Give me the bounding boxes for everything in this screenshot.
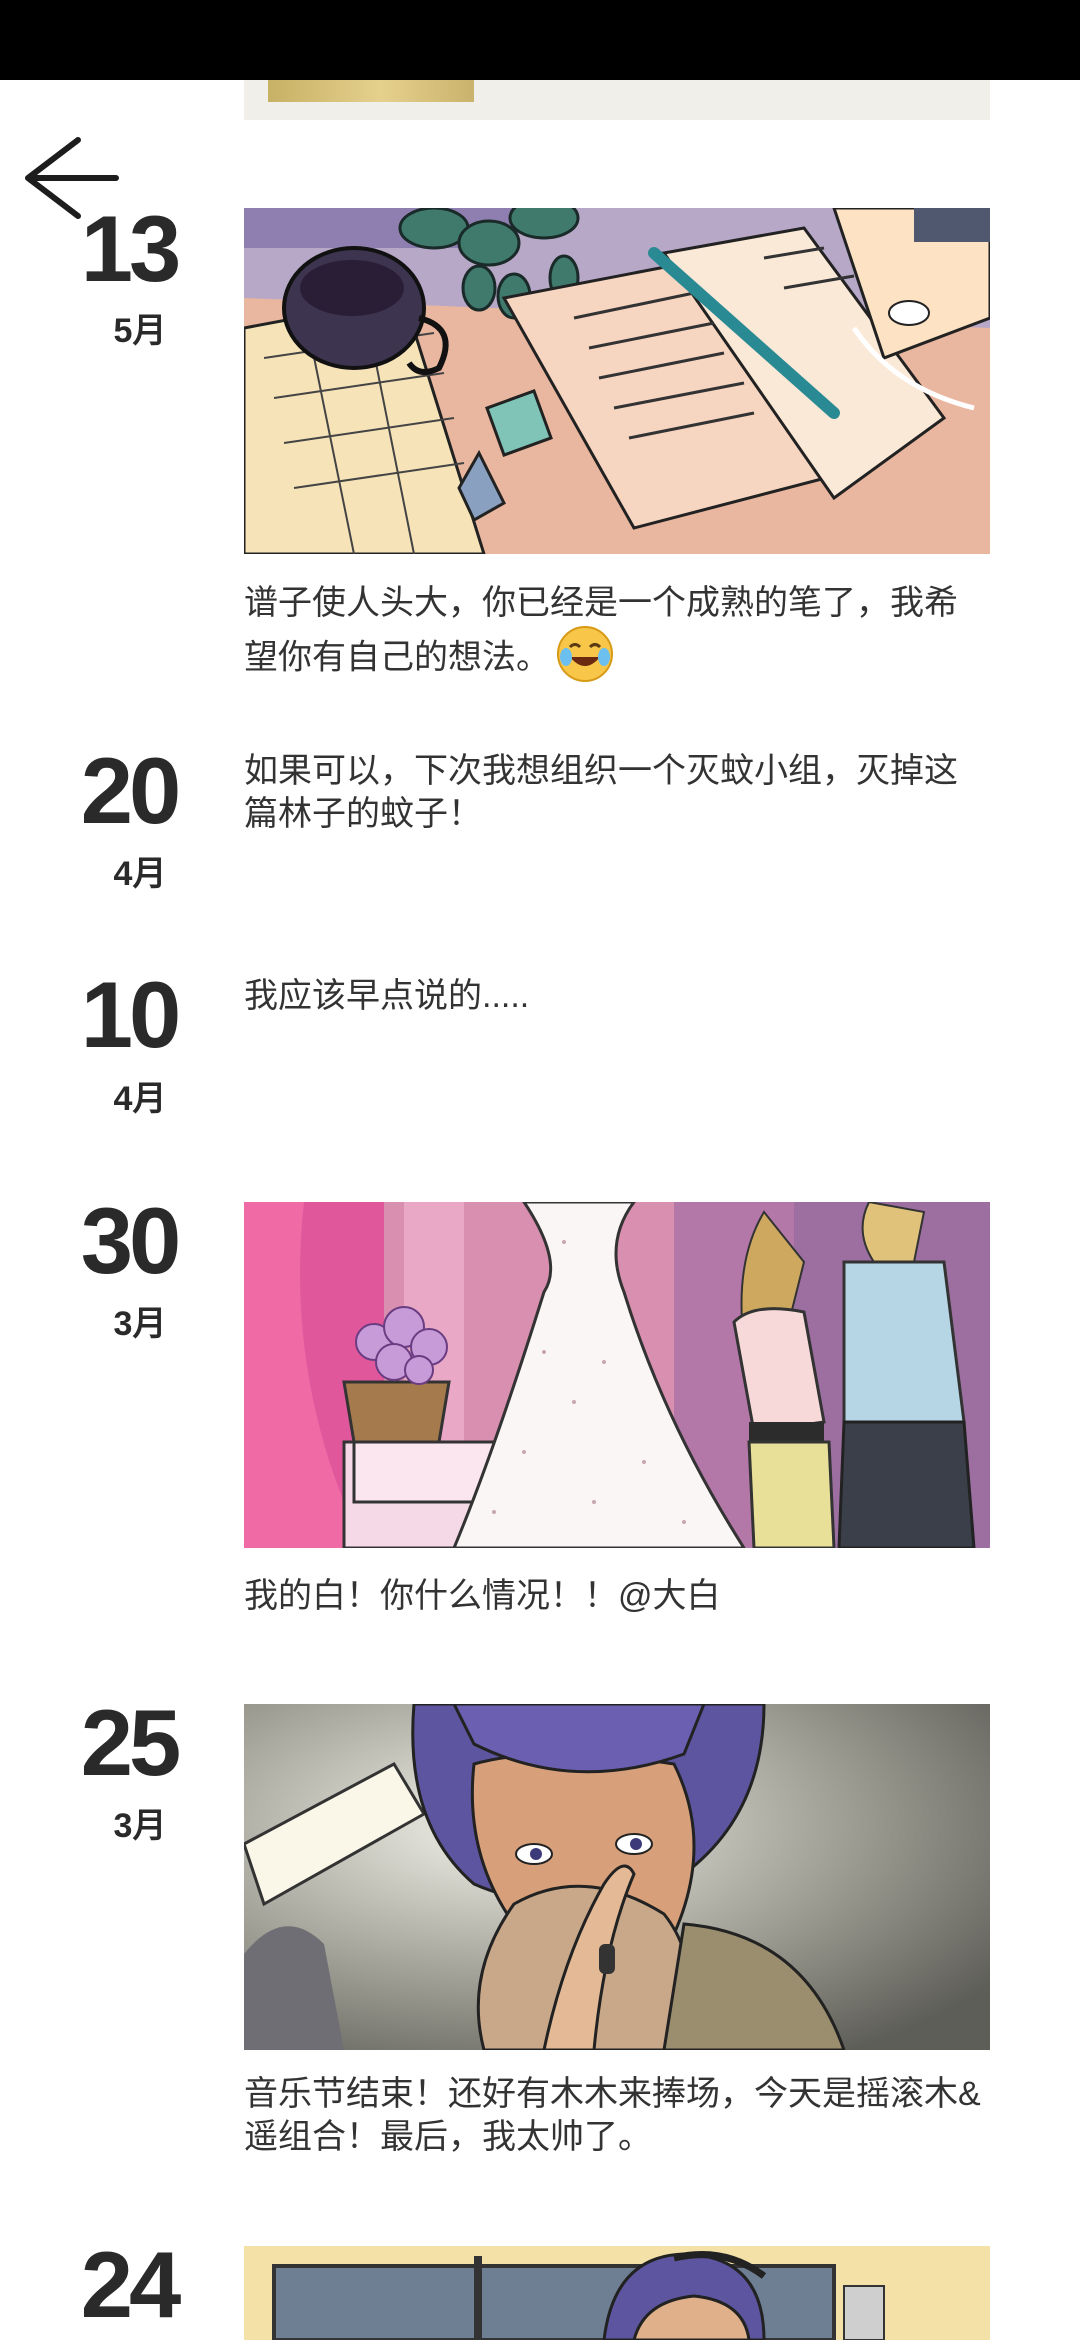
- musician-portrait-illustration: [244, 1704, 990, 2050]
- status-bar: [0, 0, 1080, 80]
- entry-month: 4月: [113, 855, 167, 893]
- entry-day: 13: [80, 196, 182, 301]
- entry-image[interactable]: [244, 1202, 990, 1548]
- desk-notebook-illustration: [244, 208, 990, 554]
- entry-image[interactable]: [244, 1704, 990, 2050]
- wedding-dress-shop-illustration: [244, 1202, 990, 1548]
- entry-day: 30: [80, 1188, 182, 1293]
- entry-month: 3月: [113, 1807, 167, 1845]
- room-headphones-illustration: [244, 2246, 990, 2340]
- entry-caption: 谱子使人头大，你已经是一个成熟的笔了，我希望你有自己的想法。: [244, 582, 990, 694]
- entry-caption: 我应该早点说的.....: [244, 977, 530, 1015]
- entry-image[interactable]: [244, 208, 990, 554]
- entry-caption: 我的白！你什么情况！！@大白: [244, 1577, 721, 1615]
- entry-month: 5月: [113, 312, 167, 350]
- entry-caption: 音乐节结束！还好有木木来捧场，今天是摇滚木&遥组合！最后，我太帅了。: [244, 2075, 981, 2156]
- entry-caption: 如果可以，下次我想组织一个灭蚊小组，灭掉这篇林子的蚊子！: [244, 752, 958, 833]
- entry-day: 24: [80, 2232, 182, 2337]
- entry-day: 25: [80, 1690, 182, 1795]
- previous-image-fragment: [268, 80, 474, 102]
- previous-entry-image[interactable]: [244, 80, 990, 120]
- entry-day: 20: [80, 738, 182, 843]
- entry-image[interactable]: [244, 2246, 990, 2340]
- entry-month: 4月: [113, 1080, 167, 1118]
- entry-month: 3月: [113, 1305, 167, 1343]
- entry-day: 10: [80, 962, 182, 1067]
- laughing-tears-emoji-icon: [556, 625, 614, 694]
